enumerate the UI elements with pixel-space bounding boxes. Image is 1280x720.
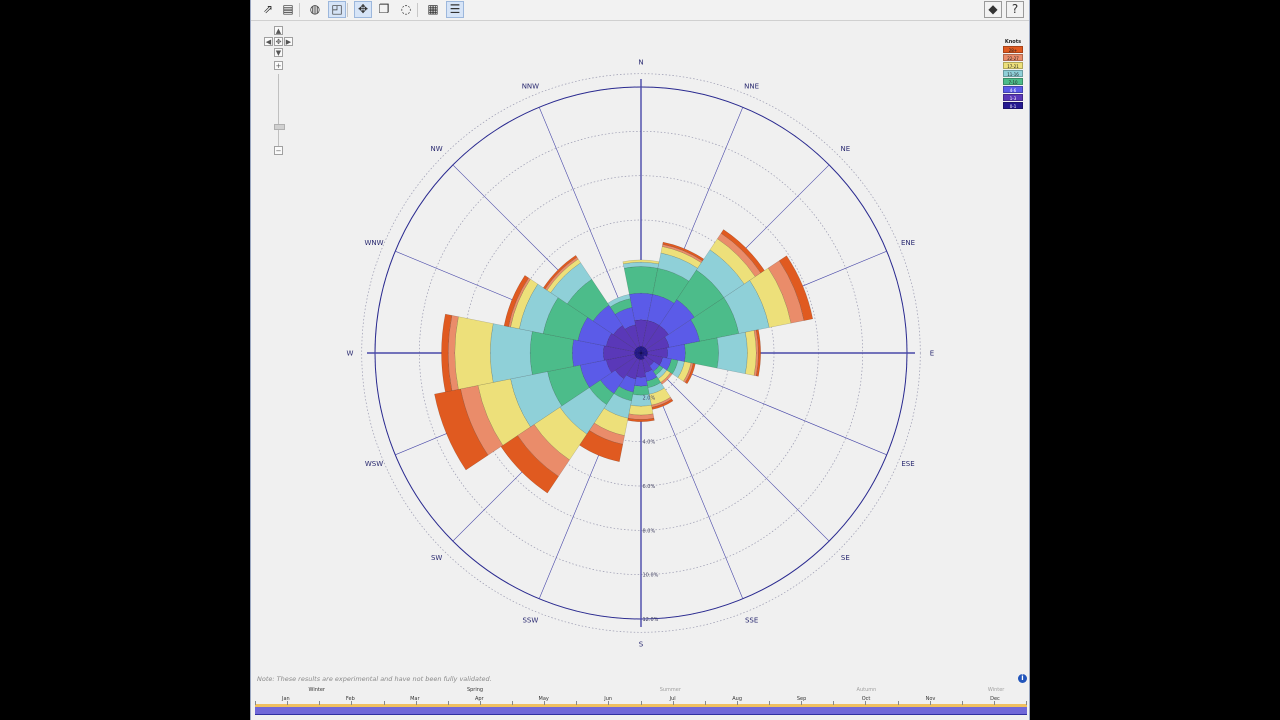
direction-label-ssw: SSW	[522, 617, 538, 625]
timeline-tick	[319, 701, 321, 705]
timeline-tick	[383, 701, 385, 705]
season-label: Winter	[987, 687, 1005, 693]
timeline-tick	[255, 701, 256, 705]
timeline-tick	[640, 701, 642, 705]
legend: Knots 28+ 22-27 17-21 11-16 7-10 4-6 1-3 0-1	[1003, 39, 1023, 110]
spoke-se	[640, 352, 830, 542]
direction-label-e: E	[930, 350, 934, 358]
direction-label-wnw: WNW	[364, 239, 383, 247]
timeline-tick	[833, 701, 835, 705]
radial-tick-label: 8.0%	[643, 528, 656, 534]
legend-item-7-10: 7-10	[1003, 78, 1023, 85]
month-label: Dec	[990, 696, 1000, 702]
direction-label-nnw: NNW	[522, 82, 539, 90]
radial-tick-label: 10.0%	[643, 573, 659, 579]
direction-label-nne: NNE	[744, 82, 759, 90]
validation-note: Note: These results are experimental and…	[257, 675, 492, 683]
direction-label-ene: ENE	[901, 239, 915, 247]
timeline-tick	[447, 701, 449, 705]
direction-label-wsw: WSW	[365, 460, 383, 468]
wedge-n-7-10	[623, 266, 659, 295]
wedge-w-11-16	[490, 323, 533, 383]
timeline-tick	[929, 701, 931, 705]
legend-item-17-21: 17-21	[1003, 62, 1023, 69]
timeline-tick	[865, 701, 867, 705]
timeline-tick	[672, 701, 674, 705]
legend-item-4-6: 4-6	[1003, 86, 1023, 93]
timeline-tick	[769, 701, 770, 705]
timeline-tick	[608, 701, 610, 705]
info-icon[interactable]: i	[1018, 674, 1027, 683]
timeline-tick	[801, 701, 803, 705]
legend-item-28+: 28+	[1003, 46, 1023, 53]
timeline-tick	[1026, 701, 1027, 705]
radial-tick-label: 6.0%	[643, 484, 656, 490]
timeline-tick	[897, 701, 899, 705]
timeline-tick	[704, 701, 706, 705]
month-label: Feb	[345, 696, 355, 702]
direction-label-w: W	[347, 350, 354, 358]
windrose-app: ⇗ ▤ ◍ ◰ ✥ ❐ ◌ ▦ ☰ ◆? ▲ ◀ ✥ ▶ ▼ + − N NNE NE ENE E ESE S…	[250, 0, 1030, 720]
timeline-bar[interactable]	[255, 704, 1027, 715]
timeline-tick	[479, 701, 481, 705]
direction-label-sw: SW	[431, 554, 442, 562]
wedge-s-7-10	[632, 385, 650, 396]
legend-item-1-3: 1-3	[1003, 94, 1023, 101]
wedge-s-17-21	[628, 404, 654, 416]
direction-label-se: SE	[841, 554, 850, 562]
month-label: Jan	[282, 696, 290, 702]
direction-label-sse: SSE	[745, 617, 758, 625]
season-timeline[interactable]: Winter Spring Summer Autumn Winter Jan Feb Mar…	[255, 686, 1027, 720]
timeline-tick	[576, 701, 578, 705]
season-label: Summer	[659, 687, 681, 693]
timeline-tick	[287, 701, 289, 705]
wedge-e-11-16	[716, 332, 748, 374]
direction-label-ese: ESE	[901, 460, 914, 468]
timeline-tick	[993, 701, 995, 705]
direction-label-nw: NW	[431, 145, 443, 153]
timeline-tick	[544, 701, 546, 705]
radial-tick-label: 2.0%	[643, 395, 656, 401]
season-label: Spring	[466, 687, 484, 693]
season-label: Autumn	[856, 687, 877, 693]
timeline-tick	[351, 701, 353, 705]
direction-label-s: S	[639, 641, 644, 649]
wedge-s-4-6	[634, 376, 648, 387]
timeline-tick	[415, 701, 417, 705]
windrose-chart: N NNE NE ENE E ESE SE SSE S SSW SW WSW W WNW NW NNW 2.0%…	[347, 59, 935, 649]
timeline-tick	[961, 701, 963, 705]
legend-item-0-1: 0-1	[1003, 102, 1023, 109]
season-label: Winter	[308, 687, 325, 693]
direction-label-ne: NE	[841, 145, 851, 153]
wedge-w-17-21	[454, 316, 494, 390]
radial-tick-label: 4.0%	[643, 440, 656, 446]
timeline-tick	[736, 701, 738, 705]
legend-item-22-27: 22-27	[1003, 54, 1023, 61]
legend-title: Knots	[1004, 39, 1022, 45]
timeline-tick	[512, 701, 513, 705]
radial-tick-label: 12.0%	[643, 617, 659, 623]
legend-item-11-16: 11-16	[1003, 70, 1023, 77]
direction-label-n: N	[638, 59, 643, 67]
